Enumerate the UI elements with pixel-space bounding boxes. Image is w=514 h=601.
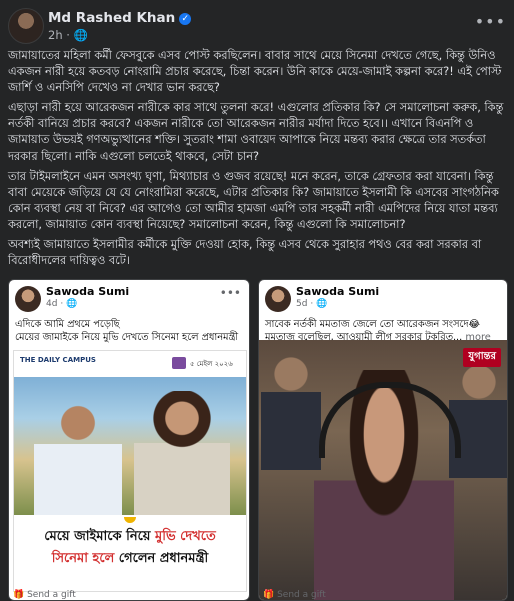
send-gift-button[interactable]: 🎁 Send a gift <box>13 590 76 600</box>
avatar[interactable] <box>8 8 44 44</box>
avatar <box>265 286 291 312</box>
headline-line-1: মেয়ে জাইমাকে নিয়ে মুভি দেখতে <box>44 529 216 544</box>
person-figure <box>261 350 321 470</box>
person-figure <box>449 358 507 478</box>
post-paragraph: তার টাইমলাইনে এমন অসংখ্য ঘৃণা, মিথ্যাচার… <box>8 169 499 231</box>
verified-badge-icon: ✓ <box>179 13 192 25</box>
shared-author: Sawoda Sumi <box>296 285 380 298</box>
post-header: Md Rashed Khan ✓ 2h · 🌐 ••• <box>8 8 506 44</box>
post-paragraph: জামায়াতের মহিলা কর্মী ফেসবুকে এসব পোস্ট… <box>8 49 502 95</box>
shared-author: Sawoda Sumi <box>46 285 130 298</box>
shared-time: 5d · 🌐 <box>296 299 328 309</box>
more-options-icon[interactable]: ••• <box>475 12 506 31</box>
author-name-text[interactable]: Md Rashed Khan <box>48 10 175 26</box>
parliament-photo: যুগান্তর <box>259 340 507 600</box>
banner-mark-icon <box>124 517 136 523</box>
post-time[interactable]: 2h <box>48 28 63 42</box>
news-date: ৫ মেইল ২০২৬ <box>190 360 233 368</box>
avatar <box>15 286 41 312</box>
headline-banner: মেয়ে জাইমাকে নিয়ে মুভি দেখতে সিনেমা হল… <box>14 515 246 591</box>
calendar-icon <box>172 357 186 369</box>
person-figure <box>134 391 230 515</box>
globe-icon: 🌐 <box>73 28 88 42</box>
post-body: জামায়াতের মহিলা কর্মী ফেসবুকে এসব পোস্ট… <box>8 48 504 273</box>
author-name[interactable]: Md Rashed Khan ✓ <box>48 10 192 26</box>
send-gift-button[interactable]: 🎁 Send a gift <box>263 590 326 600</box>
source-logo: THE DAILY CAMPUS <box>20 356 96 364</box>
headline-line-2: সিনেমা হলে গেলেন প্রধানমন্ত্রী <box>51 551 209 566</box>
shared-time: 4d · 🌐 <box>46 299 78 309</box>
person-figure <box>34 397 122 515</box>
photo <box>14 377 246 515</box>
shared-text: এদিকে আমি প্রথমে পড়েছি মেয়ের জামাইকে ন… <box>15 319 239 343</box>
post-paragraph: এছাড়া নারী হয়ে আরেকজন নারীকে কার সাথে … <box>8 101 504 163</box>
news-image: THE DAILY CAMPUS ৫ মেইল ২০২৬ মেয়ে জাইমা… <box>13 350 247 592</box>
watermark: যুগান্তর <box>463 348 501 367</box>
more-options-icon: ••• <box>219 286 241 300</box>
post-meta: 2h · 🌐 <box>48 28 88 42</box>
screenshot-right[interactable]: Sawoda Sumi 5d · 🌐 সাবেক নর্তকী মমতাজ জে… <box>258 279 508 601</box>
post-paragraph: অবশ্যই জামায়াতে ইসলামীর কর্মীকে মুক্তি … <box>8 238 482 268</box>
screenshot-left[interactable]: Sawoda Sumi 4d · 🌐 ••• এদিকে আমি প্রথমে … <box>8 279 250 601</box>
